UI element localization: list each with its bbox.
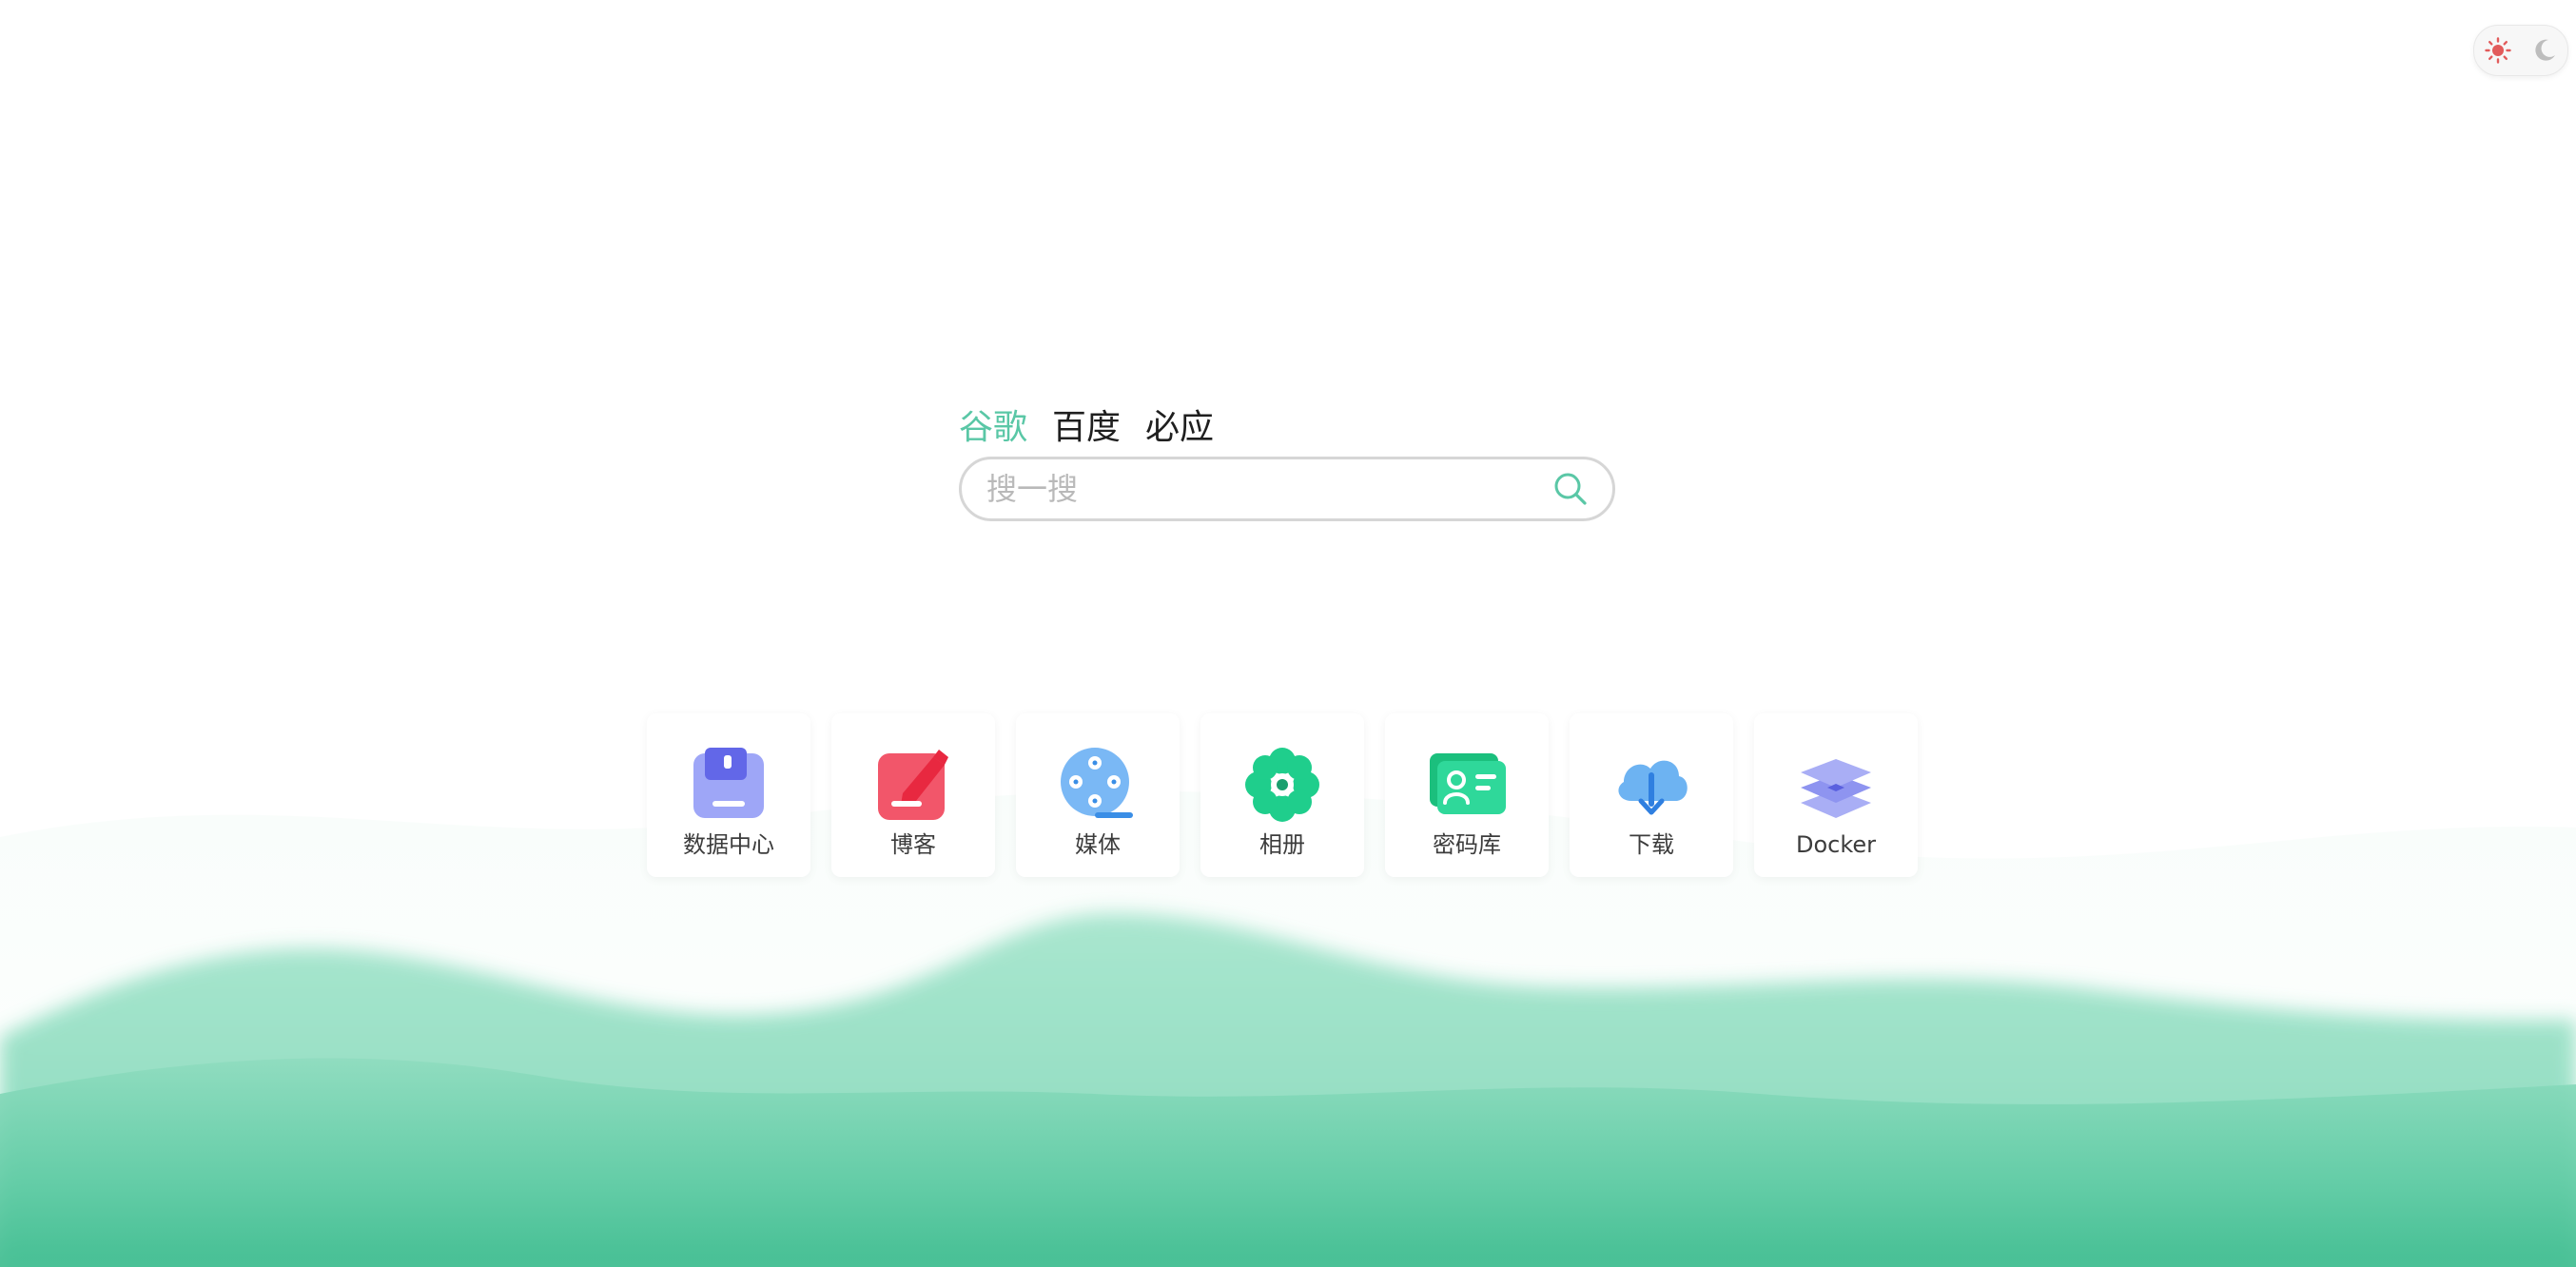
light-mode-button[interactable] [2481,33,2515,68]
storage-icon [693,748,764,818]
layers-icon [1801,759,1871,818]
app-card-download[interactable]: 下载 [1570,713,1733,877]
app-card-password-vault[interactable]: 密码库 [1385,713,1549,877]
app-label: 下载 [1629,831,1674,858]
app-label: 相册 [1259,831,1305,858]
app-label: 媒体 [1075,831,1121,858]
search-input[interactable] [962,470,1542,508]
app-card-blog[interactable]: 博客 [831,713,995,877]
engine-tab-baidu[interactable]: 百度 [1052,403,1121,453]
sun-icon [2484,37,2511,64]
app-shortcuts: 数据中心 博客 媒体 相册 密码库 下载 Docker [647,713,1918,877]
app-card-data-center[interactable]: 数据中心 [647,713,810,877]
engine-tab-bing[interactable]: 必应 [1145,403,1214,453]
search-icon [1554,473,1587,505]
id-card-icon [1430,753,1506,814]
moon-icon [2534,39,2555,61]
search-button[interactable] [1542,460,1599,517]
app-card-media[interactable]: 媒体 [1016,713,1180,877]
flower-icon [1245,748,1319,822]
app-label: 博客 [890,831,936,858]
app-card-docker[interactable]: Docker [1754,713,1918,877]
search-engine-tabs: 谷歌 百度 必应 [959,403,1214,453]
edit-icon [878,750,948,820]
film-reel-icon [1061,748,1133,818]
app-card-album[interactable]: 相册 [1200,713,1364,877]
app-label: 密码库 [1433,831,1501,858]
search-box [959,457,1615,521]
start-page: 谷歌 百度 必应 数据中心 [0,0,2576,1267]
background-waves [0,791,2576,1267]
cloud-download-icon [1618,760,1688,815]
dark-mode-button[interactable] [2527,33,2562,68]
engine-tab-google[interactable]: 谷歌 [959,403,1027,453]
app-label: Docker [1795,831,1877,858]
app-label: 数据中心 [683,831,774,858]
theme-toggle[interactable] [2473,25,2568,76]
